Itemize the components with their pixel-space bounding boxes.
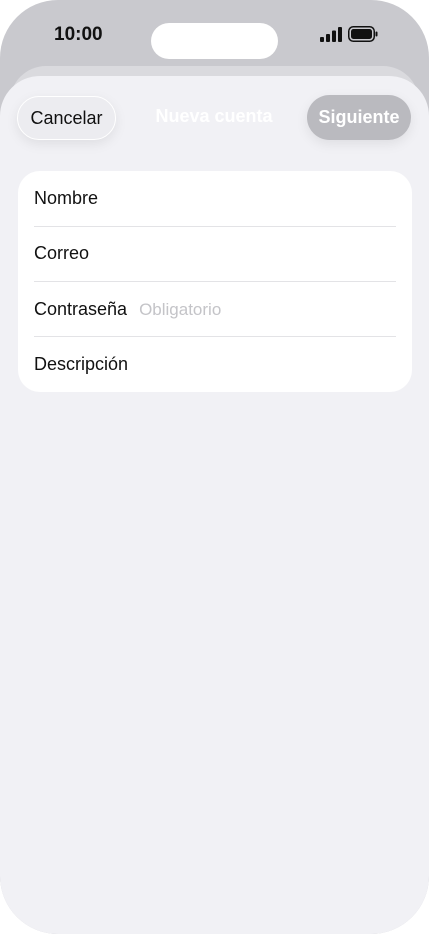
status-time: 10:00 [54,24,103,45]
dynamic-island [151,23,278,59]
password-field[interactable]: Contraseña Obligatorio [34,282,396,337]
status-bar: 10:00 [0,0,429,70]
password-field-label: Contraseña [34,299,128,319]
name-field[interactable]: Nombre [34,171,396,226]
next-button[interactable]: Siguiente [307,95,411,140]
cancel-button[interactable]: Cancelar [17,96,116,140]
email-field[interactable]: Correo [34,226,396,281]
email-field-label: Correo [34,243,90,263]
description-field[interactable]: Descripción [34,337,396,392]
page-title: Nueva cuenta [155,106,273,126]
password-field-placeholder: Obligatorio [139,299,222,319]
account-form: Nombre Correo Contraseña Obligatorio Des… [18,171,412,392]
name-field-label: Nombre [34,188,99,208]
device-screen: 10:00 Cancelar Nueva cuenta Siguiente No… [0,0,429,934]
description-field-label: Descripción [34,354,129,374]
battery-icon [348,26,378,42]
signal-icon [320,27,342,42]
